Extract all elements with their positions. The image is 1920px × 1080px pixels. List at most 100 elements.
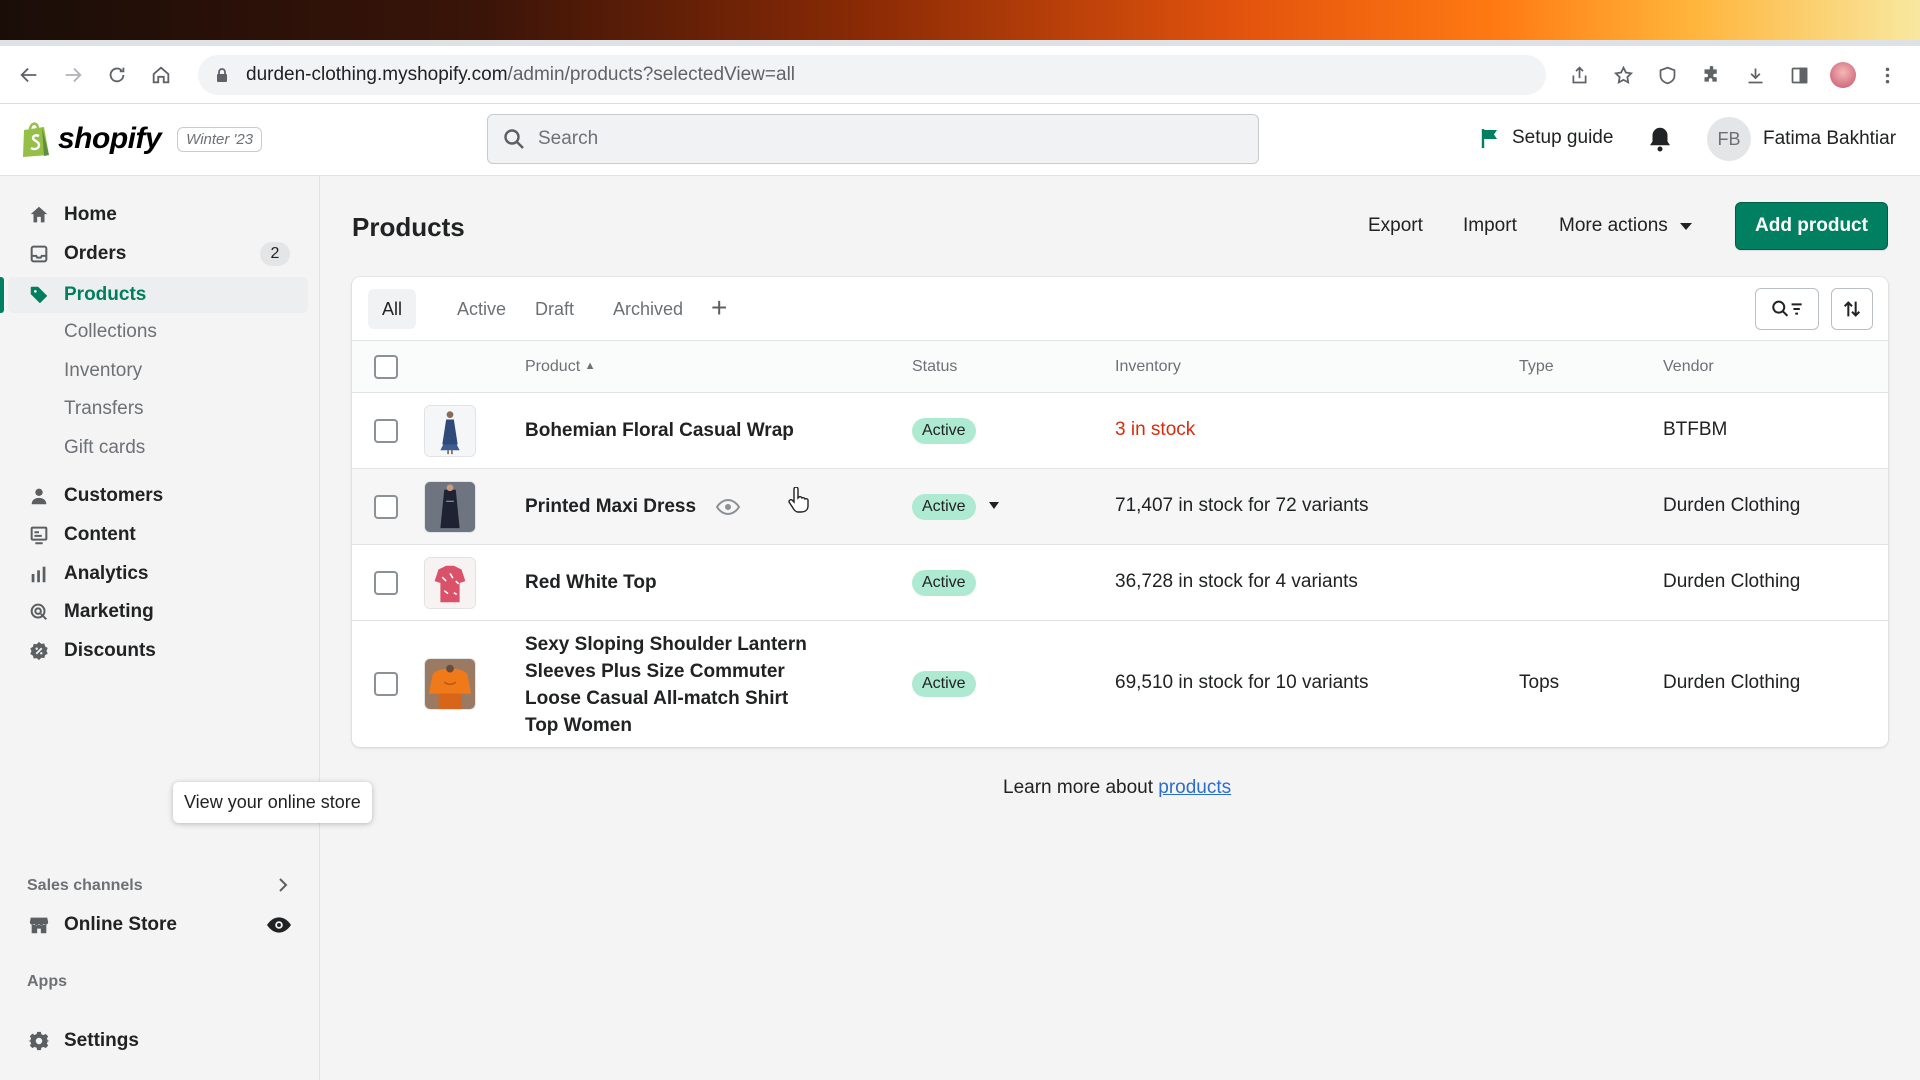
column-header-product[interactable]: Product ▲ xyxy=(525,358,595,376)
star-icon[interactable] xyxy=(1604,54,1642,96)
share-icon[interactable] xyxy=(1560,54,1598,96)
orders-count-badge: 2 xyxy=(260,242,290,266)
sidebar: Home Orders 2 Products Collections Inven… xyxy=(0,176,320,1080)
shopify-logo[interactable]: shopify Winter '23 xyxy=(20,120,263,158)
table-row[interactable]: Sexy Sloping Shoulder Lantern Sleeves Pl… xyxy=(352,621,1888,747)
product-name[interactable]: Red White Top xyxy=(525,569,657,596)
profile-avatar[interactable] xyxy=(1824,54,1862,96)
puzzle-icon[interactable] xyxy=(1692,54,1730,96)
product-name[interactable]: Sexy Sloping Shoulder Lantern Sleeves Pl… xyxy=(525,631,825,739)
sidebar-item-online-store[interactable]: Online Store xyxy=(8,907,308,943)
table-row[interactable]: Red White Top Active 36,728 in stock for… xyxy=(352,545,1888,621)
add-view-icon[interactable]: + xyxy=(711,293,727,323)
status-caret-icon[interactable] xyxy=(989,502,999,509)
eye-icon[interactable] xyxy=(266,912,292,938)
inventory-value: 3 in stock xyxy=(1115,419,1196,440)
column-header-inventory: Inventory xyxy=(1115,358,1181,375)
sales-channels-heading: Sales channels xyxy=(27,877,143,894)
page-title: Products xyxy=(352,212,465,242)
reload-icon[interactable] xyxy=(96,54,138,96)
learn-more-text: Learn more about products xyxy=(1003,777,1232,798)
tab-archived[interactable]: Archived xyxy=(599,289,697,329)
analytics-icon xyxy=(31,566,46,583)
sidebar-item-discounts[interactable]: Discounts xyxy=(8,633,308,669)
sidebar-sub-gift-cards[interactable]: Gift cards xyxy=(64,437,145,459)
kebab-menu-icon[interactable] xyxy=(1868,54,1906,96)
flag-icon xyxy=(1481,129,1497,148)
sidebar-item-label: Analytics xyxy=(64,563,149,584)
table-row[interactable]: Printed Maxi Dress Active 71,407 in stoc… xyxy=(352,469,1888,545)
home-icon xyxy=(30,206,48,223)
search-input[interactable] xyxy=(538,128,1218,150)
products-card: All Active Draft Archived + Product ▲ St… xyxy=(352,277,1888,747)
product-name[interactable]: Bohemian Floral Casual Wrap xyxy=(525,417,794,444)
search-bar[interactable] xyxy=(487,114,1259,164)
sidebar-item-label: Products xyxy=(64,284,147,305)
chevron-right-icon[interactable] xyxy=(274,876,292,894)
address-bar[interactable]: durden-clothing.myshopify.com/admin/prod… xyxy=(198,54,1546,95)
sidebar-item-customers[interactable]: Customers xyxy=(8,478,308,514)
table-row[interactable]: Bohemian Floral Casual Wrap Active 3 in … xyxy=(352,393,1888,469)
tab-draft[interactable]: Draft xyxy=(521,289,588,329)
forward-icon[interactable] xyxy=(52,54,94,96)
import-button[interactable]: Import xyxy=(1463,202,1517,250)
sort-button[interactable] xyxy=(1831,288,1873,330)
user-menu[interactable]: FB Fatima Bakhtiar xyxy=(1707,117,1896,161)
active-indicator xyxy=(0,277,4,313)
browser-toolbar: durden-clothing.myshopify.com/admin/prod… xyxy=(0,46,1920,104)
search-filter-button[interactable] xyxy=(1755,288,1819,330)
tab-all[interactable]: All xyxy=(368,289,417,329)
side-panel-icon[interactable] xyxy=(1780,54,1818,96)
vendor-value: Durden Clothing xyxy=(1663,495,1801,516)
discount-icon xyxy=(30,641,48,661)
setup-guide-label: Setup guide xyxy=(1512,127,1614,148)
column-header-status: Status xyxy=(912,358,958,375)
search-filter-icon xyxy=(1772,300,1802,317)
sidebar-sub-transfers[interactable]: Transfers xyxy=(64,398,144,420)
status-badge: Active xyxy=(912,418,976,444)
product-thumbnail xyxy=(424,481,476,533)
sidebar-item-label: Online Store xyxy=(64,914,177,935)
back-icon[interactable] xyxy=(8,54,50,96)
sidebar-item-label: Home xyxy=(64,204,117,225)
row-checkbox[interactable] xyxy=(374,571,398,595)
export-button[interactable]: Export xyxy=(1368,202,1423,250)
bell-icon[interactable] xyxy=(1645,124,1675,154)
sidebar-item-settings[interactable]: Settings xyxy=(8,1023,308,1059)
shopify-wordmark: shopify xyxy=(58,122,162,155)
add-product-button[interactable]: Add product xyxy=(1735,202,1888,250)
select-all-checkbox[interactable] xyxy=(374,355,398,379)
preview-eye-icon[interactable] xyxy=(716,498,740,516)
sidebar-item-products[interactable]: Products xyxy=(8,277,308,313)
lock-icon xyxy=(217,67,227,82)
sidebar-item-marketing[interactable]: Marketing xyxy=(8,594,308,630)
status-badge[interactable]: Active xyxy=(912,494,976,520)
tab-active[interactable]: Active xyxy=(443,289,520,329)
shield-extension-icon[interactable] xyxy=(1648,54,1686,96)
sidebar-item-home[interactable]: Home xyxy=(8,197,308,233)
sidebar-item-analytics[interactable]: Analytics xyxy=(8,556,308,592)
products-help-link[interactable]: products xyxy=(1158,777,1231,798)
home-browser-icon[interactable] xyxy=(140,54,182,96)
vendor-value: Durden Clothing xyxy=(1663,672,1801,693)
download-icon[interactable] xyxy=(1736,54,1774,96)
sidebar-sub-collections[interactable]: Collections xyxy=(64,321,157,343)
shopify-bag-icon xyxy=(23,122,49,157)
inventory-value: 36,728 in stock for 4 variants xyxy=(1115,571,1358,592)
vendor-value: BTFBM xyxy=(1663,419,1728,440)
sidebar-item-orders[interactable]: Orders 2 xyxy=(8,236,308,272)
row-checkbox[interactable] xyxy=(374,495,398,519)
setup-guide-button[interactable]: Setup guide xyxy=(1478,126,1613,150)
user-name: Fatima Bakhtiar xyxy=(1763,128,1897,149)
sort-arrows-icon: ▲ xyxy=(584,360,596,372)
sidebar-sub-inventory[interactable]: Inventory xyxy=(64,360,142,382)
product-name[interactable]: Printed Maxi Dress xyxy=(525,493,696,520)
sidebar-item-content[interactable]: Content xyxy=(8,517,308,553)
sort-icon xyxy=(1843,301,1861,317)
row-checkbox[interactable] xyxy=(374,419,398,443)
export-label: Export xyxy=(1368,215,1423,236)
row-checkbox[interactable] xyxy=(374,672,398,696)
url-host: durden-clothing.myshopify.com xyxy=(246,63,508,85)
more-actions-button[interactable]: More actions xyxy=(1559,202,1692,250)
sidebar-item-label: Discounts xyxy=(64,640,156,661)
